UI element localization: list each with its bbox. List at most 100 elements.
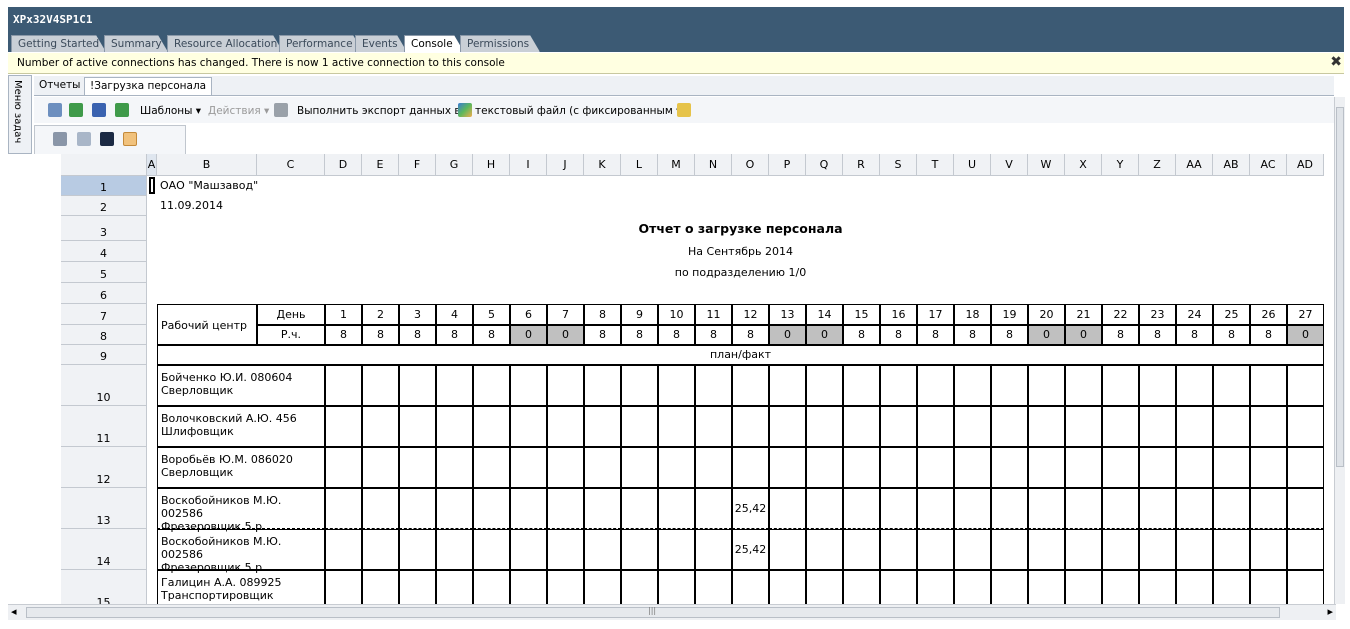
column-header[interactable]: K bbox=[584, 154, 621, 176]
tab-events[interactable]: Events bbox=[355, 35, 407, 52]
doctab-staff-load[interactable]: !Загрузка персонала bbox=[84, 77, 213, 95]
row-header[interactable]: 7 bbox=[61, 304, 147, 325]
day-number: 11 bbox=[695, 304, 732, 325]
employee-name: Воскобойников М.Ю. 002586 bbox=[161, 494, 282, 520]
row-header[interactable]: 12 bbox=[61, 447, 147, 488]
row-header[interactable]: 5 bbox=[61, 262, 147, 283]
row-header[interactable]: 15 bbox=[61, 570, 147, 604]
spreadsheet-export-icon[interactable] bbox=[115, 103, 129, 117]
day-value-cell bbox=[1028, 447, 1065, 488]
row-header[interactable]: 13 bbox=[61, 488, 147, 529]
column-header[interactable]: V bbox=[991, 154, 1028, 176]
row-header[interactable]: 4 bbox=[61, 241, 147, 262]
tab-console[interactable]: Console bbox=[404, 35, 464, 52]
column-header[interactable]: T bbox=[917, 154, 954, 176]
day-hours: 8 bbox=[436, 325, 473, 345]
column-header[interactable]: R bbox=[843, 154, 880, 176]
day-value-cell bbox=[473, 488, 510, 529]
templates-menu[interactable]: Шаблоны ▾ bbox=[140, 105, 201, 117]
column-header[interactable]: Q bbox=[806, 154, 843, 176]
column-header[interactable]: N bbox=[695, 154, 732, 176]
run-export-icon[interactable] bbox=[677, 103, 691, 117]
close-icon[interactable]: ✖ bbox=[1330, 54, 1342, 70]
column-header[interactable]: W bbox=[1028, 154, 1065, 176]
column-header[interactable]: F bbox=[399, 154, 436, 176]
scroll-right-icon[interactable]: ▸ bbox=[1327, 605, 1333, 618]
tab-resource-allocation[interactable]: Resource Allocation bbox=[167, 35, 283, 52]
row-header[interactable]: 8 bbox=[61, 325, 147, 345]
row-header[interactable]: 14 bbox=[61, 529, 147, 570]
column-header[interactable]: U bbox=[954, 154, 991, 176]
day-value-cell: 25,42 bbox=[732, 488, 769, 529]
active-cell-cursor[interactable] bbox=[149, 177, 155, 194]
row-header[interactable]: 6 bbox=[61, 283, 147, 304]
column-header[interactable]: Z bbox=[1139, 154, 1176, 176]
employee-name: Волочковский А.Ю. 456 bbox=[161, 412, 297, 425]
save-icon[interactable] bbox=[100, 132, 114, 146]
scroll-left-icon[interactable]: ◂ bbox=[11, 605, 17, 618]
column-header[interactable]: X bbox=[1065, 154, 1102, 176]
day-value-cell bbox=[1028, 570, 1065, 604]
day-value-cell bbox=[769, 529, 806, 570]
column-header[interactable]: D bbox=[325, 154, 362, 176]
settings-icon[interactable] bbox=[53, 132, 67, 146]
column-header[interactable]: I bbox=[510, 154, 547, 176]
actions-menu[interactable]: Действия ▾ bbox=[208, 105, 269, 117]
column-header[interactable]: AD bbox=[1287, 154, 1324, 176]
column-header[interactable]: J bbox=[547, 154, 584, 176]
day-hours: 8 bbox=[732, 325, 769, 345]
row-header[interactable]: 1 bbox=[61, 176, 147, 196]
task-menu-panel[interactable]: Меню задач bbox=[8, 75, 32, 154]
column-header[interactable]: A bbox=[147, 154, 157, 176]
day-value-cell bbox=[732, 447, 769, 488]
column-header[interactable]: AC bbox=[1250, 154, 1287, 176]
column-header[interactable]: C bbox=[257, 154, 325, 176]
vertical-scroll-thumb[interactable] bbox=[1336, 107, 1344, 467]
export-format-select[interactable]: текстовый файл (с фиксированным ▾ bbox=[475, 105, 681, 117]
column-header[interactable]: M bbox=[658, 154, 695, 176]
edit-icon[interactable] bbox=[77, 132, 91, 146]
print-icon[interactable] bbox=[48, 103, 62, 117]
row-header[interactable]: 11 bbox=[61, 406, 147, 447]
day-value-cell bbox=[1102, 488, 1139, 529]
tab-permissions[interactable]: Permissions bbox=[460, 35, 540, 52]
column-header[interactable]: L bbox=[621, 154, 658, 176]
day-value-cell bbox=[473, 447, 510, 488]
column-header[interactable]: G bbox=[436, 154, 473, 176]
column-header[interactable]: AA bbox=[1176, 154, 1213, 176]
table-icon[interactable] bbox=[123, 132, 137, 146]
day-value-cell bbox=[399, 365, 436, 406]
day-value-cell bbox=[1065, 529, 1102, 570]
horizontal-scrollbar[interactable]: ◂ ||| ▸ bbox=[8, 604, 1336, 620]
column-header[interactable]: H bbox=[473, 154, 510, 176]
word-export-icon[interactable] bbox=[92, 103, 106, 117]
doctab-reports[interactable]: Отчеты bbox=[34, 77, 85, 94]
day-hours: 8 bbox=[1139, 325, 1176, 345]
tab-performance[interactable]: Performance bbox=[279, 35, 363, 52]
column-header[interactable]: P bbox=[769, 154, 806, 176]
column-header[interactable]: B bbox=[157, 154, 257, 176]
excel-export-icon[interactable] bbox=[69, 103, 83, 117]
row-header[interactable]: 9 bbox=[61, 345, 147, 365]
spreadsheet-grid[interactable]: A B C D E F G H I J K L M N O P Q R S T U V W X Y Z AA AB AC AD 12345… bbox=[34, 154, 1333, 604]
tab-summary[interactable]: Summary bbox=[104, 35, 168, 52]
day-number: 24 bbox=[1176, 304, 1213, 325]
day-value-cell bbox=[769, 570, 806, 604]
column-header[interactable]: O bbox=[732, 154, 769, 176]
day-value-cell bbox=[695, 447, 732, 488]
day-value-cell bbox=[843, 365, 880, 406]
day-value-cell bbox=[325, 447, 362, 488]
row-header[interactable]: 10 bbox=[61, 365, 147, 406]
row-header[interactable]: 3 bbox=[61, 216, 147, 241]
row-header[interactable]: 2 bbox=[61, 196, 147, 216]
tab-getting-started[interactable]: Getting Started bbox=[11, 35, 106, 52]
column-header[interactable]: Y bbox=[1102, 154, 1139, 176]
column-header[interactable]: S bbox=[880, 154, 917, 176]
day-value-cell bbox=[695, 488, 732, 529]
vertical-scrollbar[interactable] bbox=[1334, 97, 1345, 604]
column-header[interactable]: AB bbox=[1213, 154, 1250, 176]
day-value-cell bbox=[399, 406, 436, 447]
day-value-cell bbox=[1176, 529, 1213, 570]
day-number: 10 bbox=[658, 304, 695, 325]
column-header[interactable]: E bbox=[362, 154, 399, 176]
